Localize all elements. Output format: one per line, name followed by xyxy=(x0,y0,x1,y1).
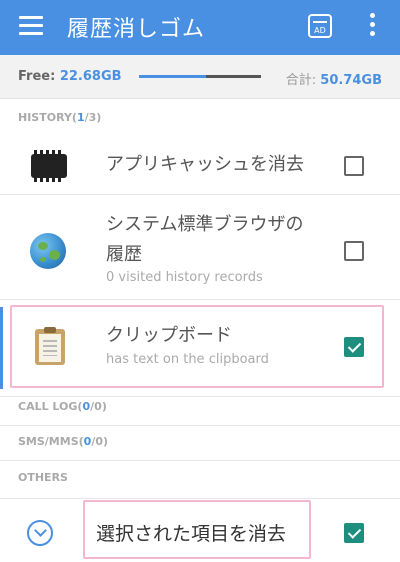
section-header-sms: SMS/MMS(0/0) xyxy=(18,435,109,448)
item-subtitle: 0 visited history records xyxy=(106,270,263,285)
section-header-call-log: CALL LOG(0/0) xyxy=(18,400,107,413)
highlight-box xyxy=(10,305,384,388)
menu-icon[interactable] xyxy=(19,16,43,36)
chevron-down-circle-icon[interactable] xyxy=(27,520,53,546)
total-storage-value: 50.74GB xyxy=(320,73,382,88)
storage-summary: Free: 22.68GB 合計: 50.74GB xyxy=(0,55,400,99)
more-vert-icon[interactable] xyxy=(368,13,376,41)
divider xyxy=(0,460,400,461)
checkbox-select-all[interactable] xyxy=(344,523,364,543)
section-header-history: HISTORY(1/3) xyxy=(18,111,102,124)
free-storage-value: 22.68GB xyxy=(59,69,122,84)
checkbox-app-cache[interactable] xyxy=(344,156,364,176)
ad-free-icon[interactable]: AD xyxy=(308,14,332,38)
list-item-app-cache[interactable]: アプリキャッシュを消去 xyxy=(0,136,400,194)
checkbox-browser-history[interactable] xyxy=(344,241,364,261)
item-title-line2: 履歴 xyxy=(106,244,142,265)
total-storage: 合計: 50.74GB xyxy=(285,73,382,88)
item-title-line1: システム標準ブラウザの xyxy=(106,214,304,235)
app-title: 履歴消しゴム xyxy=(67,17,206,42)
storage-usage-fill xyxy=(139,75,207,78)
highlight-box xyxy=(83,500,311,559)
globe-icon xyxy=(30,233,66,269)
storage-usage-bar xyxy=(139,75,261,78)
item-title: アプリキャッシュを消去 xyxy=(106,154,304,175)
app-bar: 履歴消しゴム AD xyxy=(0,0,400,55)
divider xyxy=(0,425,400,426)
free-storage: Free: 22.68GB xyxy=(18,69,122,84)
section-header-others: OTHERS xyxy=(18,471,68,484)
list-item-browser-history[interactable]: システム標準ブラウザの 履歴 0 visited history records xyxy=(0,195,400,299)
chip-icon xyxy=(31,150,67,182)
divider xyxy=(0,396,400,397)
